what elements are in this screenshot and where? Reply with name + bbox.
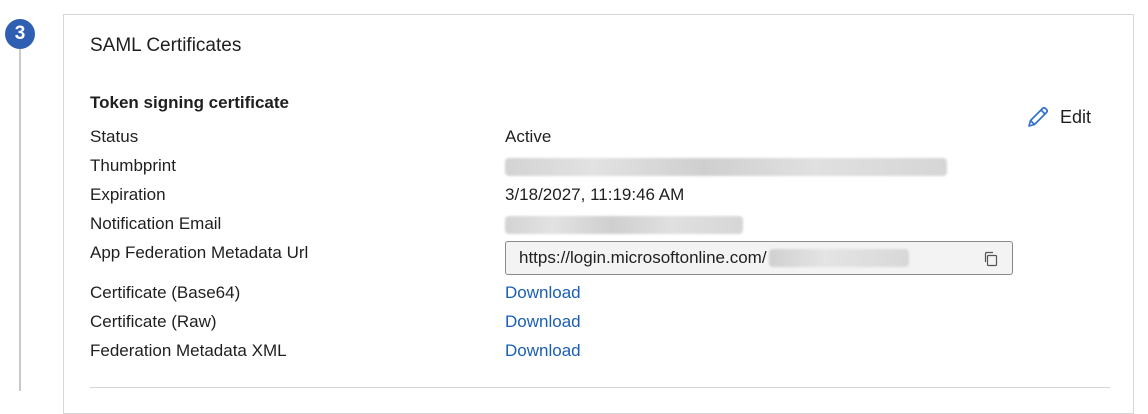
thumbprint-value-redacted xyxy=(505,158,947,176)
app-federation-metadata-url-field[interactable]: https://login.microsoftonline.com/ xyxy=(505,241,1013,275)
notification-email-value-redacted xyxy=(505,216,743,234)
metadata-url-redacted xyxy=(768,249,909,267)
federation-metadata-xml-label: Federation Metadata XML xyxy=(90,341,287,360)
federation-metadata-xml-download-link[interactable]: Download xyxy=(505,341,581,361)
metadata-url-text: https://login.microsoftonline.com/ xyxy=(519,248,767,267)
copy-icon[interactable] xyxy=(982,250,1000,268)
status-label: Status xyxy=(90,127,139,146)
notification-email-label: Notification Email xyxy=(90,214,222,233)
saml-certificates-card: SAML Certificates Edit Token signing cer… xyxy=(63,14,1134,414)
pencil-icon xyxy=(1026,105,1050,129)
certificate-base64-label: Certificate (Base64) xyxy=(90,283,241,302)
expiration-value: 3/18/2027, 11:19:46 AM xyxy=(505,185,685,204)
step-number-badge: 3 xyxy=(5,19,35,49)
certificate-raw-download-link[interactable]: Download xyxy=(505,312,581,332)
token-signing-section-title: Token signing certificate xyxy=(90,93,290,112)
app-federation-metadata-url-label: App Federation Metadata Url xyxy=(90,243,309,262)
step-connector-line xyxy=(19,44,21,391)
status-value: Active xyxy=(505,127,552,146)
edit-button-label: Edit xyxy=(1060,106,1092,127)
edit-button[interactable]: Edit xyxy=(1026,105,1091,129)
thumbprint-label: Thumbprint xyxy=(90,156,176,175)
certificate-raw-label: Certificate (Raw) xyxy=(90,312,217,331)
section-divider xyxy=(90,387,1110,388)
certificate-base64-download-link[interactable]: Download xyxy=(505,283,581,303)
card-title: SAML Certificates xyxy=(90,35,242,56)
expiration-label: Expiration xyxy=(90,185,166,204)
